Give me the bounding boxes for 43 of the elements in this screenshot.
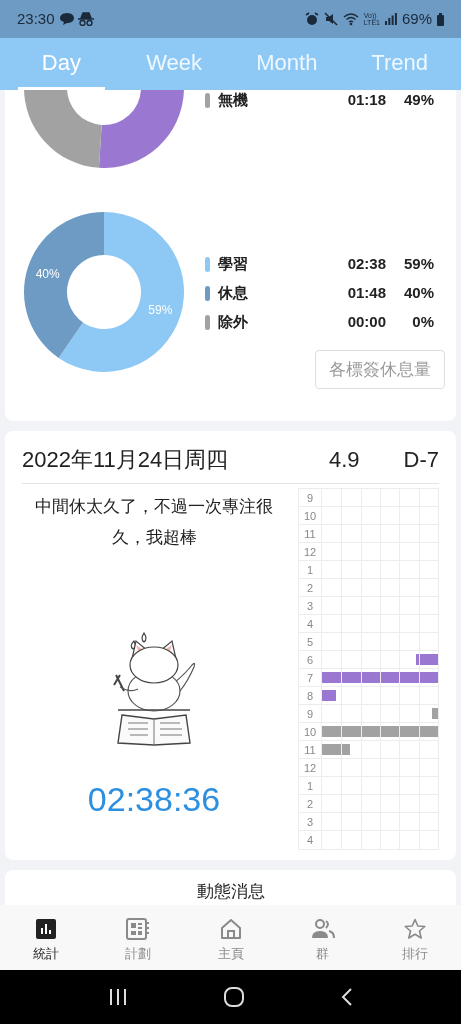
date-title: 2022年11月24日周四 (22, 445, 229, 474)
feed-title: 動態消息 (196, 882, 265, 903)
legend-label: 無機 (218, 90, 248, 111)
incognito-icon (77, 12, 94, 26)
nav-item[interactable]: 計劃 (92, 905, 185, 970)
legend-time: 00:00 (347, 312, 386, 333)
recent-apps-icon[interactable] (108, 989, 127, 1005)
slice-label: 40% (35, 267, 60, 282)
legend-time: 02:38 (347, 254, 386, 275)
people-icon (310, 919, 335, 939)
mute-icon (323, 12, 338, 26)
legend-time: 01:18 (347, 90, 386, 111)
star-icon (403, 918, 426, 940)
battery-percent: 69% (401, 8, 432, 29)
signal-icon (384, 13, 397, 25)
legend-label: 除外 (218, 312, 248, 333)
legend-label: 學習 (218, 254, 248, 275)
legend-percent: 59% (402, 254, 434, 275)
nav-item[interactable]: 主頁 (184, 905, 277, 970)
nav-item[interactable]: 統計 (0, 905, 93, 970)
home-button-icon[interactable] (223, 987, 244, 1007)
tag-rest-button[interactable]: 各標簽休息量 (315, 350, 445, 389)
note-text: 中間休太久了，不過一次專注很久，我超棒 (34, 496, 274, 549)
clock: 23:30 (17, 8, 55, 29)
nav-item[interactable]: 群 (276, 905, 369, 970)
legend-percent: 40% (402, 283, 434, 304)
score: 4.9 (328, 445, 360, 474)
planner-icon (126, 918, 151, 940)
legend-percent: 49% (402, 90, 434, 111)
battery-icon (437, 12, 444, 26)
chat-bubble-icon (59, 13, 74, 25)
home-icon (219, 918, 242, 940)
legend-percent: 0% (411, 312, 434, 333)
slice-label: 59% (148, 302, 173, 317)
countdown: D-7 (403, 445, 439, 474)
total-time: 02:38:36 (87, 779, 221, 819)
back-icon[interactable] (340, 988, 353, 1006)
wifi-icon (342, 12, 359, 26)
legend-time: 01:48 (347, 283, 386, 304)
legend-label: 休息 (218, 283, 248, 304)
alarm-icon (304, 12, 319, 26)
nav-item[interactable]: 排行 (368, 905, 461, 970)
bar-chart-icon (36, 919, 57, 939)
